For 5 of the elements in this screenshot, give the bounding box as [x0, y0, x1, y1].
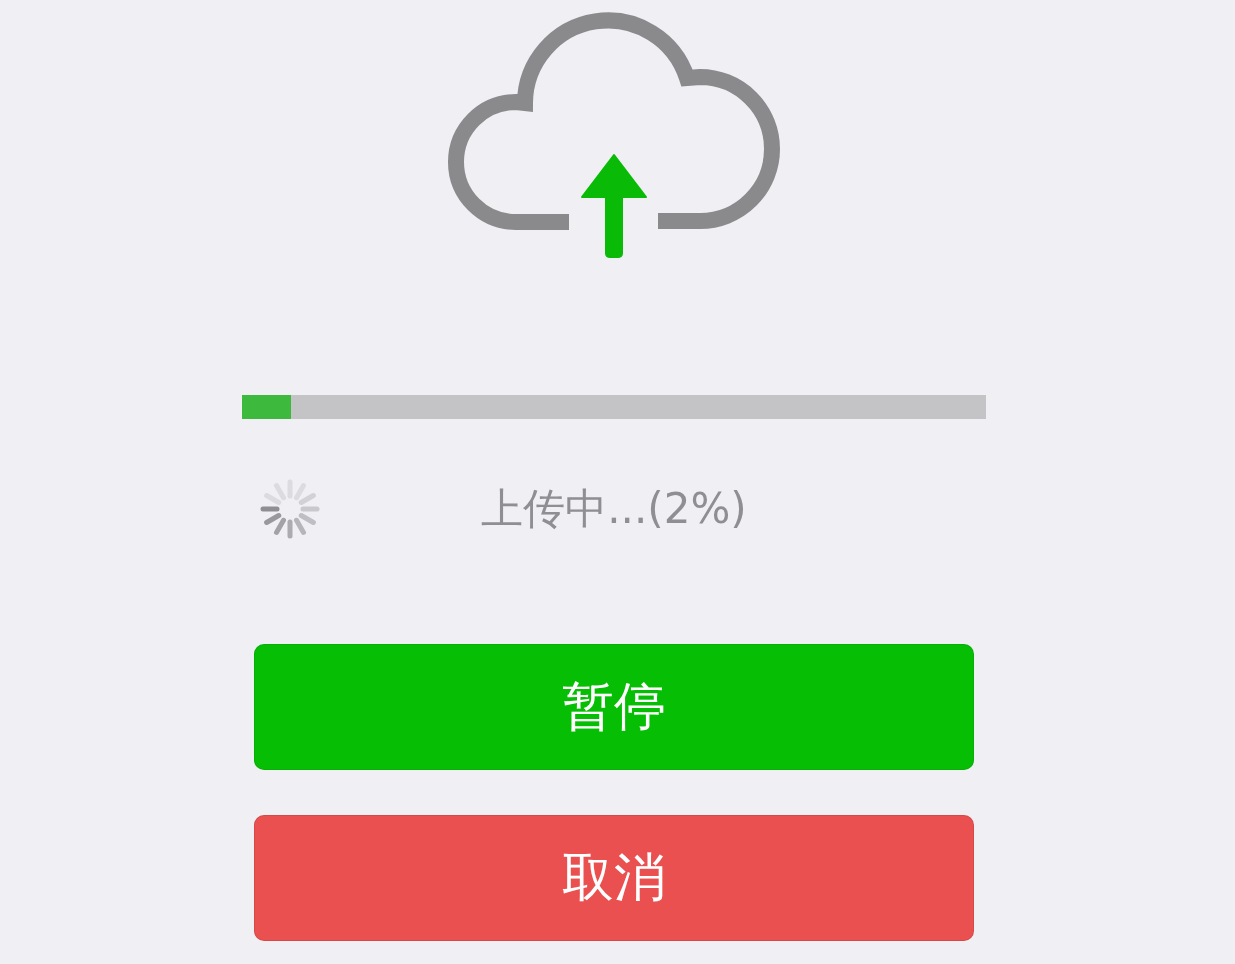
cancel-button[interactable]: 取消: [254, 815, 974, 941]
upload-status-text: 上传中...(2%): [481, 483, 747, 535]
cloud-upload-icon: [448, 12, 780, 258]
pause-button[interactable]: 暂停: [254, 644, 974, 770]
spinner-icon: [260, 479, 320, 539]
